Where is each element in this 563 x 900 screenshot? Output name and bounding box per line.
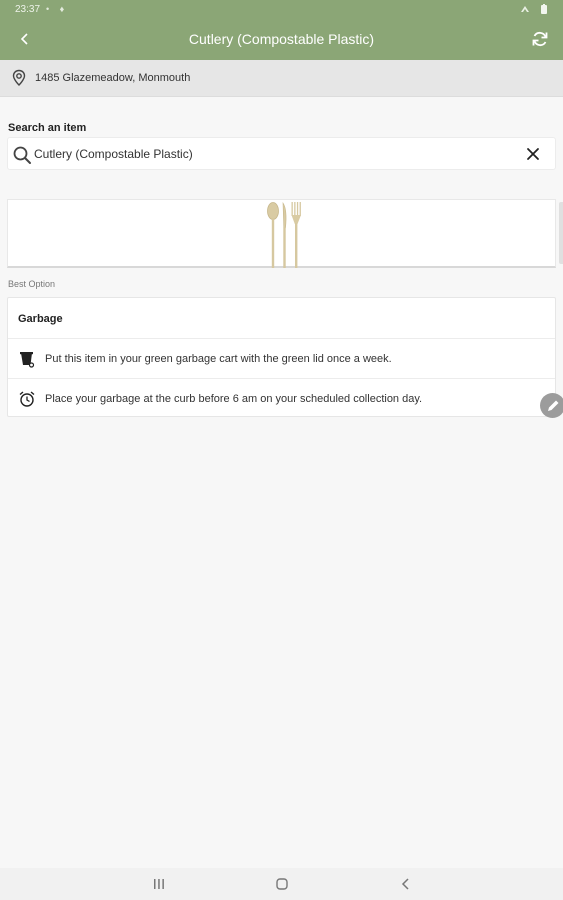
back-button[interactable] — [14, 28, 36, 50]
nav-back-icon[interactable] — [398, 876, 414, 892]
pencil-icon — [547, 400, 558, 411]
address-bar[interactable]: 1485 Glazemeadow, Monmouth — [0, 60, 563, 97]
item-image-card — [7, 199, 556, 268]
best-option-label: Best Option — [8, 279, 56, 289]
search-input[interactable] — [34, 144, 504, 164]
refresh-button[interactable] — [529, 28, 551, 50]
system-nav-bar — [0, 868, 563, 900]
home-icon[interactable] — [274, 876, 290, 892]
instruction-text: Place your garbage at the curb before 6 … — [45, 393, 423, 405]
alarm-clock-icon — [19, 391, 35, 407]
search-label: Search an item — [8, 122, 87, 134]
status-time: 23:37 — [15, 4, 41, 15]
disposal-category: Garbage — [18, 313, 63, 325]
side-handle[interactable] — [559, 202, 563, 264]
back-arrow-icon — [20, 33, 28, 45]
status-indicators: • ♦ — [46, 4, 69, 14]
cutlery-icon — [267, 202, 301, 268]
edit-button[interactable] — [540, 393, 563, 418]
instruction-row: Put this item in your green garbage cart… — [8, 338, 555, 378]
search-icon — [13, 146, 31, 164]
instruction-row: Place your garbage at the curb before 6 … — [8, 378, 555, 418]
page-title: Cutlery (Compostable Plastic) — [188, 31, 375, 47]
location-pin-icon — [12, 69, 26, 86]
recent-apps-icon[interactable] — [151, 876, 167, 892]
address-text: 1485 Glazemeadow, Monmouth — [35, 72, 191, 84]
instruction-text: Put this item in your green garbage cart… — [45, 353, 392, 365]
search-box[interactable] — [7, 137, 556, 170]
signal-battery-icon — [521, 4, 547, 14]
refresh-icon — [532, 31, 548, 47]
app-header: 23:37 • ♦ Cutlery (Compostable Plastic) — [0, 0, 563, 60]
disposal-card: Garbage Put this item in your green garb… — [7, 297, 556, 417]
close-icon[interactable] — [525, 146, 541, 162]
garbage-cart-icon — [20, 352, 35, 368]
